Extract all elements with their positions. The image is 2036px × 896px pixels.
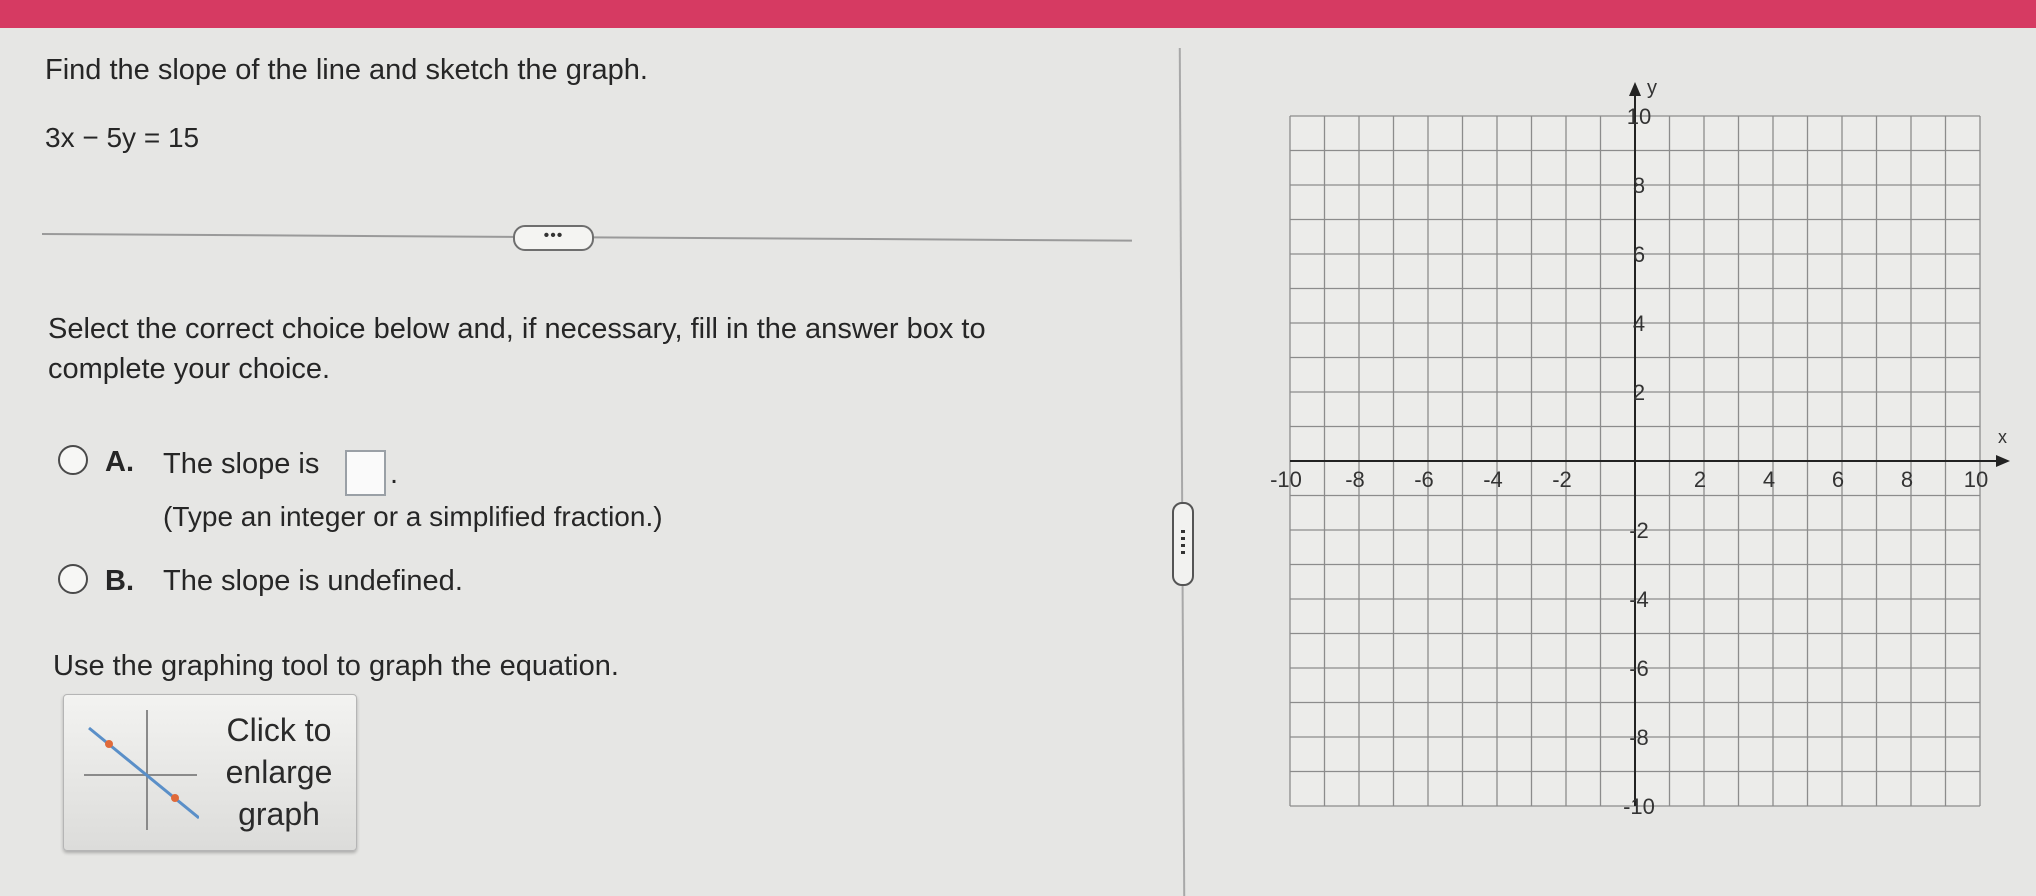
x-tick-label: 4 [1763, 467, 1775, 492]
equation: 3x − 5y = 15 [45, 122, 200, 153]
choice-a-letter: A. [105, 446, 134, 478]
radio-choice-a[interactable] [58, 445, 88, 475]
x-tick-label: -10 [1270, 467, 1302, 492]
x-tick-label: -6 [1414, 467, 1434, 492]
y-tick-label: -8 [1629, 725, 1649, 750]
show-more-button[interactable]: ••• [513, 225, 594, 251]
y-tick-label: 4 [1633, 311, 1645, 336]
x-tick-label: 10 [1964, 467, 1988, 492]
y-tick-label: 8 [1633, 173, 1645, 198]
y-tick-label: 10 [1627, 104, 1651, 129]
y-tick-label: 2 [1633, 380, 1645, 405]
y-axis-arrow [1629, 82, 1641, 96]
panel-resize-handle[interactable] [1172, 502, 1194, 586]
choice-a-hint: (Type an integer or a simplified fractio… [163, 501, 663, 532]
question-title: Find the slope of the line and sketch th… [45, 54, 648, 86]
y-tick-label: 6 [1633, 242, 1645, 267]
choice-b-letter: B. [105, 565, 134, 597]
x-tick-label: -2 [1552, 467, 1572, 492]
y-tick-label: -4 [1629, 587, 1649, 612]
period: . [390, 458, 399, 490]
graph-instruction: Use the graphing tool to graph the equat… [53, 650, 619, 682]
enlarge-graph-button[interactable]: Click to enlarge graph [63, 694, 357, 851]
choice-a-text: The slope is [163, 448, 320, 480]
x-tick-label: 2 [1694, 467, 1706, 492]
mini-graph-icon [84, 710, 199, 830]
y-tick-label: -10 [1623, 794, 1655, 819]
coordinate-grid[interactable]: x y -10 -8 -6 -4 -2 2 4 6 8 10 10 8 6 4 2 -2 -4 -6 -8 -10 [1260, 70, 2020, 830]
instruction-text: Select the correct choice below and, if … [48, 313, 986, 385]
enlarge-button-label: Click to enlarge graph [225, 712, 333, 832]
x-tick-label: -4 [1483, 467, 1503, 492]
x-axis-label: x [1998, 427, 2007, 447]
slope-answer-input[interactable] [345, 450, 386, 496]
x-tick-label: 6 [1832, 467, 1844, 492]
y-tick-label: -2 [1629, 518, 1649, 543]
x-tick-label: -8 [1345, 467, 1365, 492]
y-axis-label: y [1647, 77, 1657, 99]
choice-b-text: The slope is undefined. [163, 565, 463, 597]
x-axis-arrow [1996, 455, 2010, 467]
radio-choice-b[interactable] [58, 564, 88, 594]
y-tick-label: -6 [1629, 656, 1649, 681]
x-tick-label: 8 [1901, 467, 1913, 492]
